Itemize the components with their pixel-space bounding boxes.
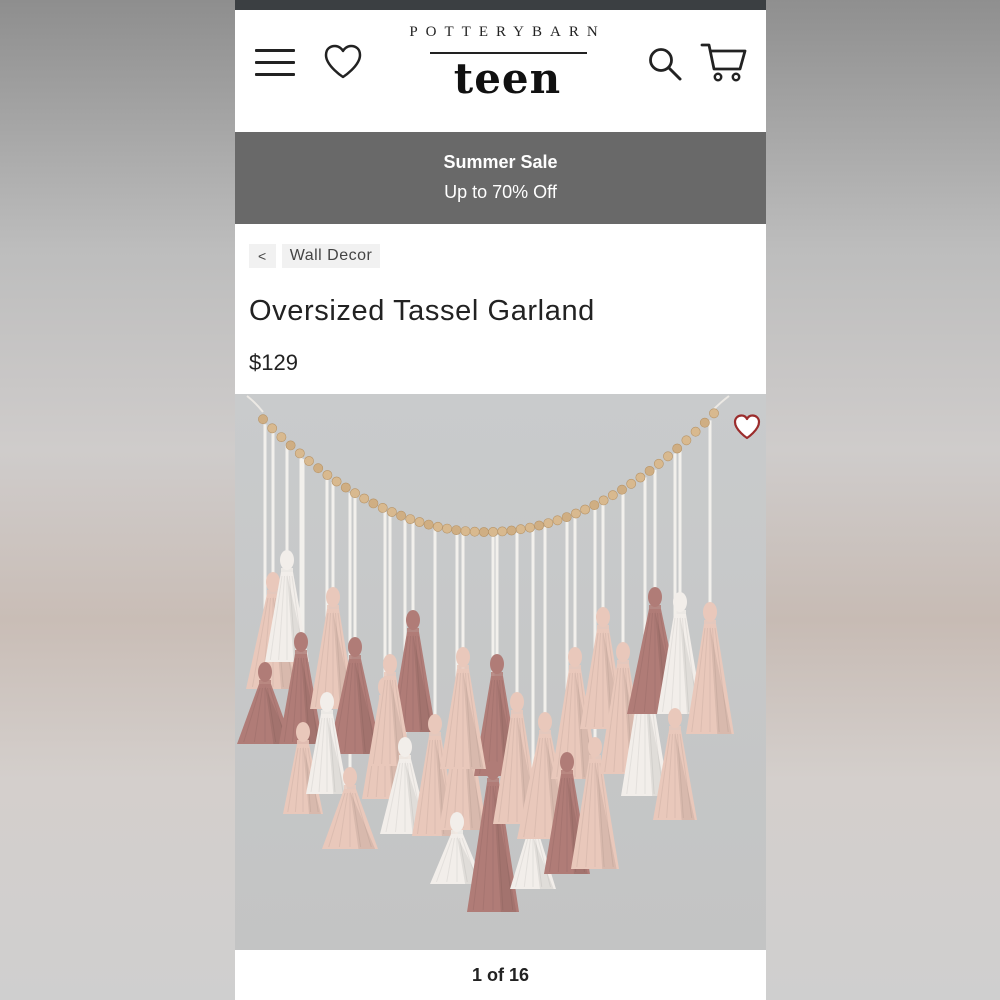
product-image[interactable] — [235, 394, 766, 950]
heart-icon[interactable] — [323, 44, 363, 80]
mobile-viewport: POTTERYBARN teen Summer Sale Up to 70% O… — [235, 0, 766, 1000]
cart-icon[interactable] — [700, 40, 748, 84]
breadcrumb-category-link[interactable]: Wall Decor — [281, 244, 381, 268]
promo-subtitle: Up to 70% Off — [444, 182, 557, 202]
product-price: $129 — [249, 350, 298, 375]
background-right — [766, 0, 1000, 1000]
menu-icon[interactable] — [255, 49, 295, 77]
image-pager: 1 of 16 — [235, 950, 766, 1000]
logo-wordmark-bottom[interactable]: teen — [395, 54, 620, 103]
site-header: POTTERYBARN teen — [235, 10, 766, 132]
add-to-favorites-heart-icon[interactable] — [732, 412, 762, 442]
background-left — [0, 0, 235, 1000]
promo-title: Summer Sale — [443, 152, 558, 172]
breadcrumb-back-button[interactable]: < — [249, 244, 276, 268]
status-strip — [235, 0, 766, 10]
product-title: Oversized Tassel Garland — [249, 295, 595, 327]
tassel-garland-image — [235, 394, 766, 950]
summer-sale-banner[interactable]: Summer Sale Up to 70% Off — [235, 132, 766, 224]
logo-wordmark-top[interactable]: POTTERYBARN — [395, 24, 620, 41]
search-icon[interactable] — [647, 46, 683, 82]
breadcrumb: < Wall Decor — [249, 244, 381, 268]
